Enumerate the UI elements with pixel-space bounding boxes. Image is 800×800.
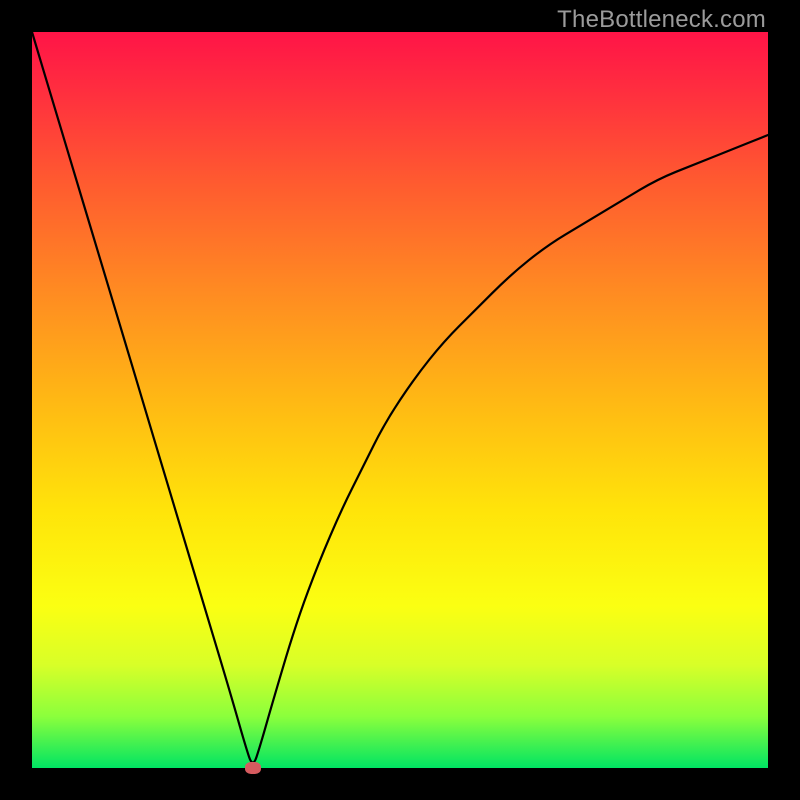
chart-frame: TheBottleneck.com <box>0 0 800 800</box>
plot-area <box>32 32 768 768</box>
watermark-text: TheBottleneck.com <box>557 6 766 34</box>
minimum-marker <box>245 762 261 774</box>
bottleneck-curve <box>32 32 768 768</box>
